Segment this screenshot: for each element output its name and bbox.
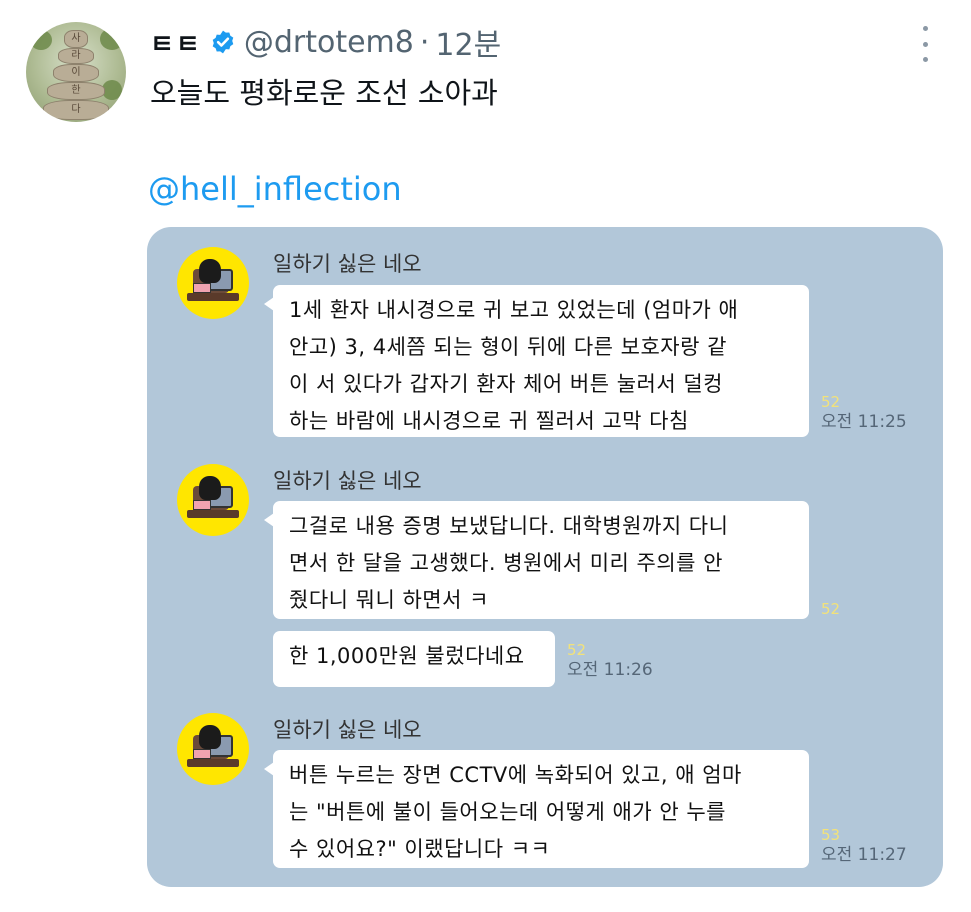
profile-desk-shape	[187, 510, 239, 518]
chat-screenshot: 일하기 싫은 네오 1세 환자 내시경으로 귀 보고 있었는데 (엄마가 애 안…	[147, 227, 943, 887]
unread-count: 52	[567, 641, 587, 659]
message-time: 오전 11:27	[821, 845, 907, 865]
message-bubble: 한 1,000만원 불렀다네요	[273, 631, 555, 687]
sender-name: 일하기 싫은 네오	[273, 718, 422, 742]
profile-head-shape	[199, 476, 221, 500]
sender-name: 일하기 싫은 네오	[273, 252, 422, 276]
more-options-icon[interactable]	[913, 26, 937, 62]
tweet-timestamp[interactable]: 12분	[435, 20, 501, 64]
unread-count: 52	[821, 393, 841, 411]
avatar-stone: 이	[53, 64, 99, 82]
avatar-stone: 사	[64, 30, 88, 48]
author-avatar[interactable]: 사 라 이 한 다	[26, 22, 126, 122]
message-line: 버튼 누르는 장면 CCTV에 녹화되어 있고, 애 엄마	[289, 763, 742, 787]
message-line: 이 서 있다가 갑자기 환자 체어 버튼 눌러서 덜컹	[289, 372, 723, 396]
avatar-stone: 다	[43, 100, 109, 120]
mention-link[interactable]: @hell_inflection	[148, 170, 402, 208]
tweet-header: ㅌㅌ @drtotem8 · 12분	[150, 20, 501, 64]
message-bubble: 1세 환자 내시경으로 귀 보고 있었는데 (엄마가 애 안고) 3, 4세쯤 …	[264, 285, 809, 437]
author-display-name[interactable]: ㅌㅌ	[150, 24, 202, 61]
avatar-foliage	[100, 28, 124, 50]
sender-profile-picture[interactable]	[177, 464, 249, 536]
profile-head-shape	[199, 259, 221, 283]
message-meta: 52	[821, 599, 840, 619]
message-line: 줬다니 뭐니 하면서 ㅋ	[289, 588, 489, 612]
author-handle[interactable]: @drtotem8	[244, 25, 414, 60]
message-time: 오전 11:25	[821, 412, 907, 432]
unread-count: 52	[821, 600, 841, 618]
message-line: 는 "버튼에 불이 들어오는데 어떻게 애가 안 누를	[289, 800, 726, 824]
message-meta: 52 오전 11:26	[567, 640, 653, 680]
message-line: 면서 한 달을 고생했다. 병원에서 미리 주의를 안	[289, 551, 723, 575]
message-bubble: 버튼 누르는 장면 CCTV에 녹화되어 있고, 애 엄마 는 "버튼에 불이 …	[264, 750, 809, 868]
profile-head-shape	[199, 725, 221, 749]
message-meta: 52 오전 11:25	[821, 392, 907, 432]
avatar-foliage	[102, 80, 122, 100]
message-meta: 53 오전 11:27	[821, 825, 907, 865]
message-line: 수 있어요?" 이랬답니다 ㅋㅋ	[289, 837, 551, 861]
header-separator: ·	[419, 24, 430, 60]
avatar-foliage	[30, 30, 52, 50]
profile-desk-shape	[187, 293, 239, 301]
message-line: 하는 바람에 내시경으로 귀 찔러서 고막 다침	[289, 409, 689, 433]
profile-desk-shape	[187, 759, 239, 767]
more-dot	[922, 57, 928, 62]
profile-pink-shape	[193, 500, 211, 510]
avatar-stone: 한	[47, 82, 105, 100]
tweet-text: 오늘도 평화로운 조선 소아과	[150, 76, 498, 110]
sender-profile-picture[interactable]	[177, 713, 249, 785]
profile-pink-shape	[193, 283, 211, 293]
verified-badge-icon	[212, 30, 234, 54]
more-dot	[922, 26, 928, 31]
tweet: 사 라 이 한 다 ㅌㅌ @drtotem8 · 12분 오늘도 평화로운 조선…	[0, 0, 971, 912]
message-bubble: 그걸로 내용 증명 보냈답니다. 대학병원까지 다니 면서 한 달을 고생했다.…	[264, 501, 809, 619]
message-time: 오전 11:26	[567, 660, 653, 680]
message-line: 한 1,000만원 불렀다네요	[289, 644, 525, 668]
sender-profile-picture[interactable]	[177, 247, 249, 319]
sender-name: 일하기 싫은 네오	[273, 469, 422, 493]
message-line: 1세 환자 내시경으로 귀 보고 있었는데 (엄마가 애	[289, 298, 739, 322]
message-line: 안고) 3, 4세쯤 되는 형이 뒤에 다른 보호자랑 같	[289, 335, 727, 359]
unread-count: 53	[821, 826, 841, 844]
profile-pink-shape	[193, 749, 211, 759]
avatar-stone: 라	[58, 48, 94, 64]
more-dot	[922, 41, 928, 47]
message-line: 그걸로 내용 증명 보냈답니다. 대학병원까지 다니	[289, 514, 729, 538]
